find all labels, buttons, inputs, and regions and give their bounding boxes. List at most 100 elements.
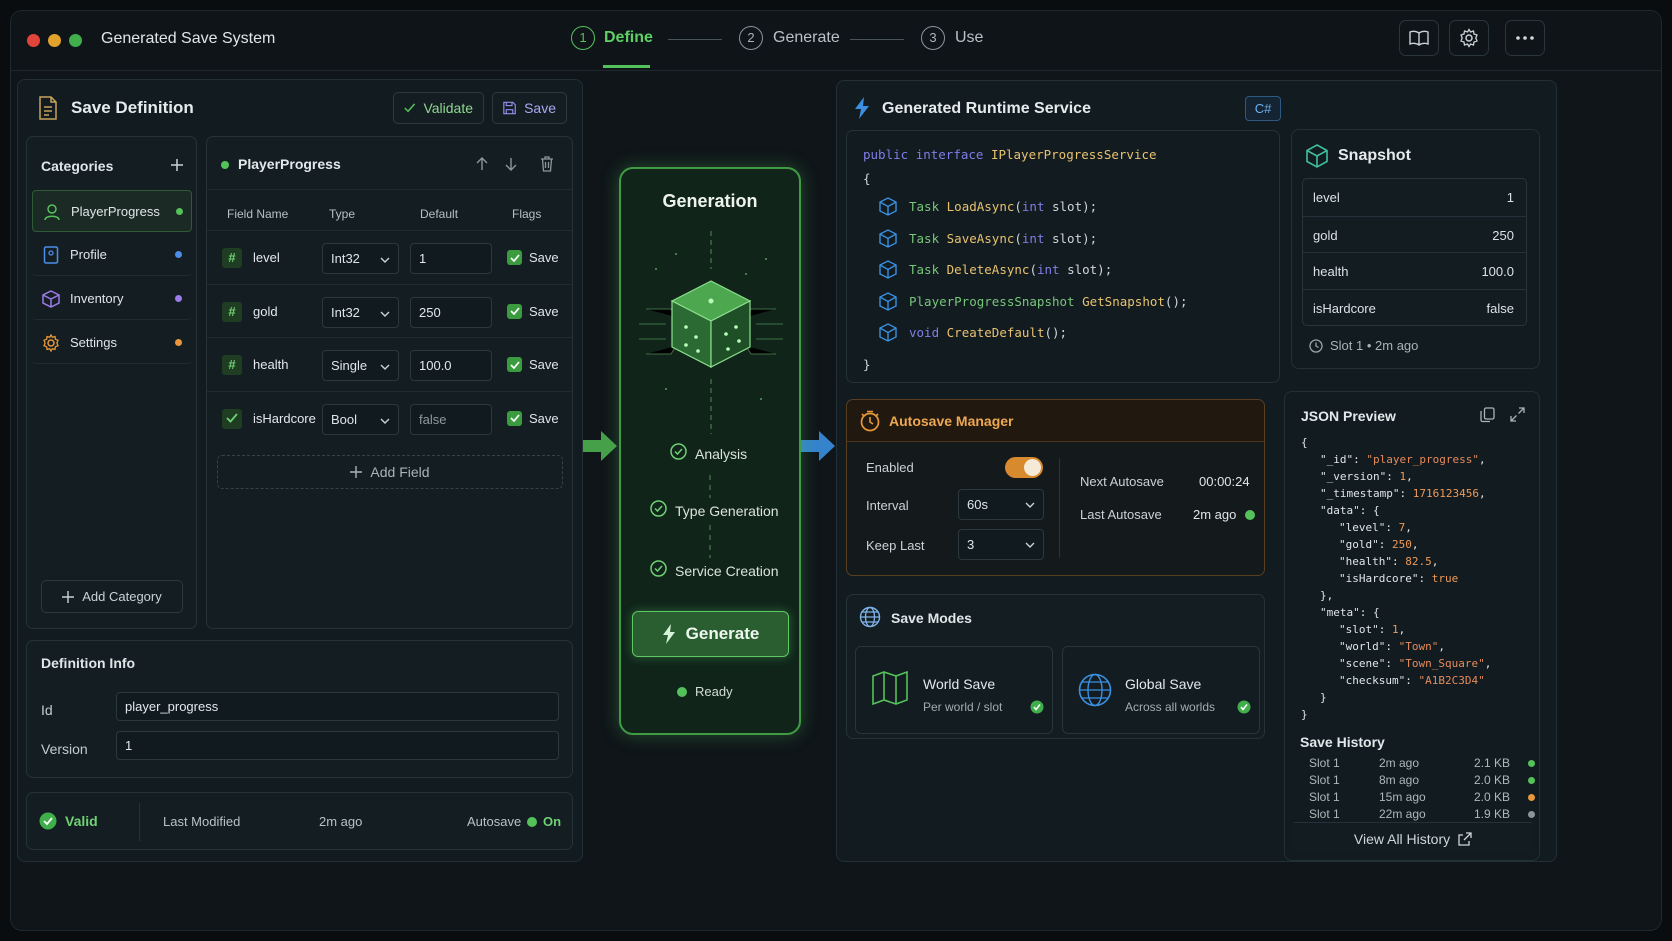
history-row[interactable]: Slot 1 8m ago 2.0 KB [1309,772,1535,789]
interval-select[interactable]: 60s [958,489,1044,520]
save-flag-checkbox[interactable] [507,410,522,426]
keep-last-select[interactable]: 3 [958,529,1044,560]
view-all-history-button[interactable]: View All History [1294,822,1532,854]
json-token: , [1406,470,1413,483]
valid-status: Valid [65,813,98,829]
global-save-card[interactable]: Global Save Across all worlds [1062,646,1260,734]
chevron-down-icon [380,358,390,373]
save-flag-label: Save [529,250,559,265]
json-token: : [1378,538,1392,551]
save-flag-checkbox[interactable] [507,250,522,265]
arrow-up-icon[interactable] [476,157,488,171]
field-default-input[interactable]: false [410,403,492,435]
last-modified-value: 2m ago [319,814,363,829]
category-item-profile[interactable]: Profile [32,234,192,276]
enabled-label: Enabled [866,460,914,475]
generate-button[interactable]: Generate [632,611,789,657]
save-flag-checkbox[interactable] [507,357,522,372]
step-3-label[interactable]: Use [955,29,983,47]
field-type-value: Int32 [331,251,360,266]
docs-button[interactable] [1399,20,1439,56]
json-token: 1 [1392,623,1399,636]
history-status-dot [1528,760,1535,767]
category-item-inventory[interactable]: Inventory [32,278,192,320]
flow-arrow-right-icon [801,431,835,461]
version-input[interactable]: 1 [116,731,559,760]
close-window-button[interactable] [27,34,40,47]
book-icon [1409,30,1429,46]
validate-button[interactable]: Validate [393,92,484,124]
add-category-plus-button[interactable] [167,155,187,175]
code-keyword: int [1021,199,1045,214]
divider [139,803,140,841]
json-content: {"_id": "player_progress", "_version": 1,… [1301,436,1531,725]
categories-panel: Categories PlayerProgress Profile Inventor… [26,136,197,629]
code-method: Task SaveAsync(int slot); [909,230,1098,246]
json-token: "_id" [1320,453,1354,466]
field-default-input[interactable]: 250 [410,296,492,328]
settings-button[interactable] [1449,20,1489,56]
snapshot-row-ishardcore: isHardcore false [1303,288,1526,326]
snapshot-table: level 1 gold 250 health 100.0 isHardcore false [1302,178,1527,326]
history-slot: Slot 1 [1309,756,1340,770]
categories-heading: Categories [41,158,114,174]
window-title: Generated Save System [101,30,276,47]
category-item-playerprogress[interactable]: PlayerProgress [32,190,192,232]
expand-icon[interactable] [1510,407,1525,422]
category-dot [175,339,182,346]
json-token: : [1385,521,1399,534]
flow-arrow-right-icon [583,431,617,461]
column-header-default: Default [420,207,459,221]
chevron-down-icon [1025,542,1035,548]
step-2-label[interactable]: Generate [773,29,840,47]
category-item-settings[interactable]: Settings [32,322,192,364]
add-field-label: Add Field [370,464,430,480]
profile-card-icon [42,246,60,269]
check-icon [404,103,416,113]
hash-icon: # [222,355,242,375]
more-menu-button[interactable] [1505,20,1545,56]
json-line: "checksum": "A1B2C3D4" [1301,674,1531,691]
field-type-select[interactable]: Int32 [322,296,399,328]
column-header-flags: Flags [512,207,542,221]
copy-icon[interactable] [1480,407,1495,423]
autosave-status-dot [527,817,537,827]
field-default-input[interactable]: 1 [410,243,492,274]
snapshot-panel: Snapshot level 1 gold 250 health 100.0 isHardc… [1291,129,1540,369]
field-default-input[interactable]: 100.0 [410,350,492,381]
enabled-toggle[interactable] [1005,457,1043,478]
save-flag-checkbox[interactable] [507,303,522,319]
code-method-name: GetSnapshot [1082,293,1165,309]
step-connector [668,39,722,40]
plus-icon [171,159,183,171]
json-token: 1716123456 [1412,487,1479,500]
id-input[interactable]: player_progress [116,692,559,721]
autosave-value: On [543,814,562,829]
code-method: void CreateDefault(); [909,325,1068,340]
json-line: "isHardcore": true [1301,572,1531,589]
field-name: gold [253,303,278,319]
step-1-label[interactable]: Define [604,29,653,47]
history-size: 1.9 KB [1474,807,1511,821]
history-row[interactable]: Slot 1 15m ago 2.0 KB [1309,789,1535,806]
maximize-window-button[interactable] [69,34,82,47]
json-line: "_id": "player_progress", [1301,453,1531,470]
history-slot: Slot 1 [1309,807,1340,821]
last-autosave-dot [1245,510,1255,520]
json-token: "slot" [1339,623,1379,636]
map-icon [872,671,908,705]
arrow-down-icon[interactable] [505,157,517,171]
history-row[interactable]: Slot 1 22m ago 1.9 KB [1309,806,1535,823]
runtime-title: Generated Runtime Service [882,100,1091,117]
field-type-select[interactable]: Single [322,350,399,381]
field-type-select[interactable]: Int32 [322,243,399,274]
add-field-button[interactable]: Add Field [217,455,563,489]
minimize-window-button[interactable] [48,34,61,47]
history-row[interactable]: Slot 1 2m ago 2.1 KB [1309,755,1535,772]
add-category-button[interactable]: Add Category [41,580,183,613]
trash-icon[interactable] [540,156,554,172]
save-button[interactable]: Save [492,92,567,124]
world-save-card[interactable]: World Save Per world / slot [855,646,1053,734]
field-type-select[interactable]: Bool [322,403,399,435]
app-window: Generated Save System 1 Define 2 Generat… [10,10,1662,931]
